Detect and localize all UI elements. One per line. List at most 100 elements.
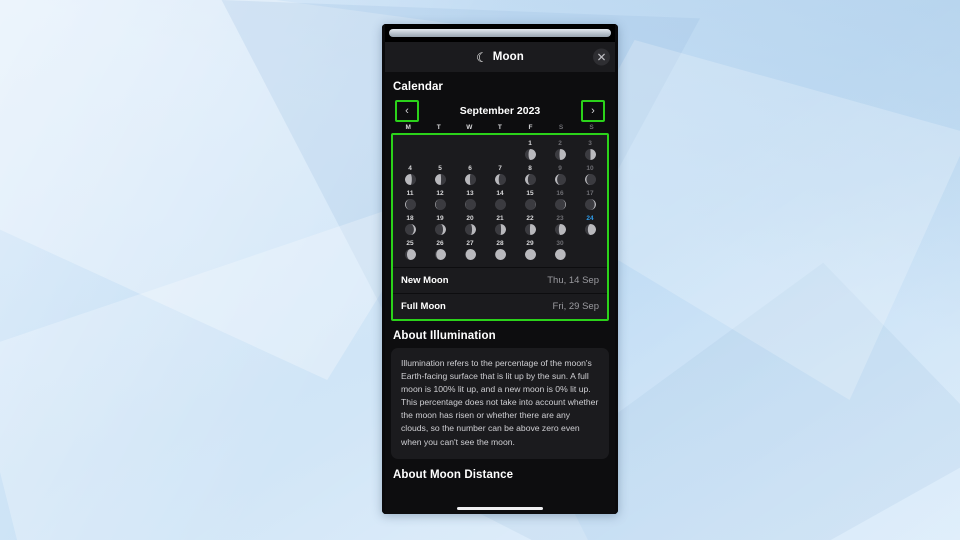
day-number: 3 bbox=[588, 140, 592, 147]
moon-phase-icon bbox=[584, 199, 596, 210]
app-title: Moon bbox=[492, 51, 524, 63]
month-label: September 2023 bbox=[459, 105, 541, 117]
moon-phase-icon bbox=[434, 174, 446, 185]
calendar-day-10[interactable]: 10 bbox=[575, 164, 605, 188]
phone-device-frame: ☾ Moon Calendar ‹ September 2023 › M T W… bbox=[382, 24, 618, 514]
sheet-scroll-area[interactable]: Calendar ‹ September 2023 › MTWTFSS 1234… bbox=[382, 72, 618, 514]
moon-phase-row-1[interactable]: Full Moon Fri, 29 Sep bbox=[393, 293, 607, 319]
calendar-day-8[interactable]: 8 bbox=[515, 164, 545, 188]
calendar-day-25[interactable]: 25 bbox=[395, 239, 425, 263]
home-indicator[interactable] bbox=[457, 507, 543, 510]
calendar-day-14[interactable]: 14 bbox=[485, 189, 515, 213]
day-number: 1 bbox=[528, 140, 532, 147]
calendar-day-5[interactable]: 5 bbox=[425, 164, 455, 188]
moon-phase-name: New Moon bbox=[401, 275, 449, 286]
desktop-wallpaper: ☾ Moon Calendar ‹ September 2023 › M T W… bbox=[0, 0, 960, 540]
close-icon bbox=[598, 53, 605, 61]
calendar-day-4[interactable]: 4 bbox=[395, 164, 425, 188]
day-number: 13 bbox=[466, 190, 474, 197]
calendar-day-20[interactable]: 20 bbox=[455, 214, 485, 238]
chevron-right-icon: › bbox=[591, 104, 595, 117]
moon-phase-date: Fri, 29 Sep bbox=[552, 301, 599, 312]
day-number: 5 bbox=[438, 165, 442, 172]
moon-phase-icon bbox=[584, 174, 596, 185]
calendar-day-28[interactable]: 28 bbox=[485, 239, 515, 263]
day-number: 18 bbox=[406, 215, 414, 222]
calendar-day-29[interactable]: 29 bbox=[515, 239, 545, 263]
moon-phase-icon bbox=[524, 149, 536, 160]
day-number: 4 bbox=[408, 165, 412, 172]
previous-month-button[interactable]: ‹ bbox=[395, 100, 419, 122]
sheet-header: ☾ Moon bbox=[382, 42, 618, 72]
moon-phase-icon bbox=[434, 224, 446, 235]
calendar-grid[interactable]: 1 2 3 4 5 6 7 8 9 10 11 12 13 14 15 16 17 18 19 20 21 22 23 24 2… bbox=[393, 135, 607, 267]
calendar-day-18[interactable]: 18 bbox=[395, 214, 425, 238]
day-number: 2 bbox=[558, 140, 562, 147]
day-number: 30 bbox=[556, 240, 564, 247]
calendar-day-16[interactable]: 16 bbox=[545, 189, 575, 213]
device-bezel-left bbox=[382, 24, 385, 514]
moon-phase-icon bbox=[584, 224, 596, 235]
day-number: 8 bbox=[528, 165, 532, 172]
calendar-day-23[interactable]: 23 bbox=[545, 214, 575, 238]
moon-phase-icon bbox=[464, 224, 476, 235]
moon-phase-icon bbox=[404, 199, 416, 210]
moon-phase-icon bbox=[554, 249, 566, 260]
calendar-day-13[interactable]: 13 bbox=[455, 189, 485, 213]
moon-phase-icon bbox=[524, 174, 536, 185]
moon-phase-row-0[interactable]: New Moon Thu, 14 Sep bbox=[393, 267, 607, 293]
day-number: 15 bbox=[526, 190, 534, 197]
about-moon-distance-heading: About Moon Distance bbox=[393, 468, 514, 481]
moon-phase-icon bbox=[404, 249, 416, 260]
day-number: 28 bbox=[496, 240, 504, 247]
calendar-day-22[interactable]: 22 bbox=[515, 214, 545, 238]
moon-phase-date: Thu, 14 Sep bbox=[547, 275, 599, 286]
moon-phase-icon bbox=[584, 149, 596, 160]
moon-phase-icon bbox=[554, 224, 566, 235]
moon-phase-icon bbox=[404, 174, 416, 185]
calendar-day-17[interactable]: 17 bbox=[575, 189, 605, 213]
close-button[interactable] bbox=[593, 48, 610, 66]
chevron-left-icon: ‹ bbox=[405, 104, 409, 117]
calendar-day-21[interactable]: 21 bbox=[485, 214, 515, 238]
moon-phase-list: New Moon Thu, 14 Sep Full Moon Fri, 29 Sep bbox=[393, 267, 607, 319]
day-number: 29 bbox=[526, 240, 534, 247]
about-illumination-card: Illumination refers to the percentage of… bbox=[391, 348, 609, 459]
calendar-day-27[interactable]: 27 bbox=[455, 239, 485, 263]
calendar-day-24[interactable]: 24 bbox=[575, 214, 605, 238]
day-number: 7 bbox=[498, 165, 502, 172]
calendar-day-7[interactable]: 7 bbox=[485, 164, 515, 188]
calendar-day-15[interactable]: 15 bbox=[515, 189, 545, 213]
day-number: 11 bbox=[406, 190, 414, 197]
weekday-label-3: T bbox=[497, 124, 503, 131]
calendar-day-1[interactable]: 1 bbox=[515, 139, 545, 163]
moon-phase-icon bbox=[434, 249, 446, 260]
calendar-day-12[interactable]: 12 bbox=[425, 189, 455, 213]
moon-phase-icon bbox=[464, 249, 476, 260]
day-number: 20 bbox=[466, 215, 474, 222]
moon-phase-icon bbox=[404, 224, 416, 235]
moon-phase-icon bbox=[524, 224, 536, 235]
calendar-day-26[interactable]: 26 bbox=[425, 239, 455, 263]
next-month-button[interactable]: › bbox=[581, 100, 605, 122]
day-number: 14 bbox=[496, 190, 504, 197]
calendar-day-3[interactable]: 3 bbox=[575, 139, 605, 163]
calendar-day-30[interactable]: 30 bbox=[545, 239, 575, 263]
month-navigator: ‹ September 2023 › bbox=[391, 99, 609, 123]
calendar-day-19[interactable]: 19 bbox=[425, 214, 455, 238]
calendar-day-11[interactable]: 11 bbox=[395, 189, 425, 213]
moon-phase-icon bbox=[554, 199, 566, 210]
day-number: 26 bbox=[436, 240, 444, 247]
moon-phase-icon bbox=[524, 199, 536, 210]
moon-sheet: ☾ Moon Calendar ‹ September 2023 › M T W… bbox=[382, 42, 618, 514]
day-number: 12 bbox=[436, 190, 444, 197]
day-number: 6 bbox=[468, 165, 472, 172]
moon-phase-name: Full Moon bbox=[401, 301, 446, 312]
sheet-grabber[interactable] bbox=[389, 29, 611, 37]
calendar-day-2[interactable]: 2 bbox=[545, 139, 575, 163]
moon-phase-icon bbox=[524, 249, 536, 260]
calendar-day-6[interactable]: 6 bbox=[455, 164, 485, 188]
weekday-label-4: F bbox=[528, 124, 533, 131]
weekday-header: MTWTFSS bbox=[391, 124, 609, 131]
calendar-day-9[interactable]: 9 bbox=[545, 164, 575, 188]
